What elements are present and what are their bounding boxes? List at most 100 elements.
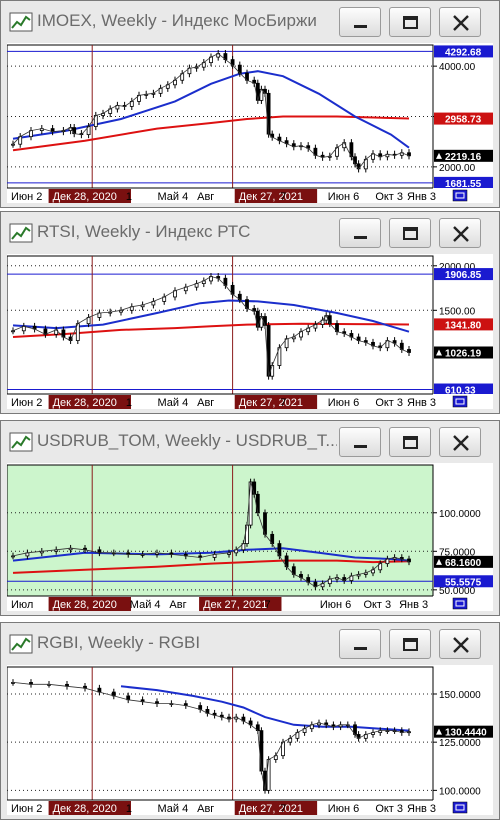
maximize-button[interactable] — [389, 427, 431, 457]
minimize-button[interactable] — [339, 7, 381, 37]
maximize-icon — [403, 227, 418, 240]
scroll-icon[interactable] — [452, 801, 468, 814]
window-titlebar[interactable]: RTSI, Weekly - Индекс РТС — [1, 212, 499, 254]
x-tick-label: Июн 2 — [11, 191, 42, 203]
scroll-icon-bg — [452, 801, 468, 814]
candle-body — [252, 481, 257, 495]
minimize-icon — [354, 445, 367, 448]
x-tick-label: Авг — [197, 397, 214, 409]
window-titlebar[interactable]: USDRUB_TOM, Weekly - USDRUB_T... — [1, 421, 499, 463]
chart-window-icon — [9, 223, 33, 243]
x-tick-label: Авг — [197, 191, 214, 203]
x-tick-label: 1 — [126, 191, 132, 203]
maximize-icon — [403, 16, 418, 29]
x-tick-label: Янв 3 — [399, 599, 428, 611]
candle-body — [255, 493, 260, 514]
chart-window-usdrub[interactable]: USDRUB_TOM, Weekly - USDRUB_T... 50.0000… — [0, 420, 500, 616]
scroll-icon[interactable] — [452, 597, 468, 610]
price-tag: 1681.55 — [434, 176, 493, 190]
minimize-button[interactable] — [339, 427, 381, 457]
window-title: IMOEX, Weekly - Индекс МосБиржи — [37, 11, 317, 30]
scroll-icon[interactable] — [452, 189, 468, 202]
price-tag-label: 1906.85 — [445, 270, 482, 281]
x-tick-label: Дек 28, 2020 — [53, 803, 117, 815]
x-tick-label: Дек 27, 2021 — [239, 803, 303, 815]
candle-body — [263, 316, 267, 326]
x-tick-label: Окт 3 — [375, 397, 403, 409]
x-tick-label: 7 — [280, 397, 286, 409]
x-tick-label: Авг — [169, 599, 186, 611]
y-tick-label: 100.0000 — [439, 509, 481, 520]
x-tick-label: Янв 3 — [407, 191, 436, 203]
chart-window-icon — [9, 634, 33, 654]
x-tick-label: Янв 3 — [407, 803, 436, 815]
candle-body — [72, 127, 77, 135]
price-tag-label: 130.4440 — [445, 728, 487, 739]
price-tag: 4292.68 — [434, 45, 493, 58]
x-tick-label: Июн 6 — [320, 599, 351, 611]
candle-body — [259, 730, 264, 772]
chart-usdrub[interactable]: 50.000075.0000100.000068.160055.5575Июл Д… — [7, 463, 493, 611]
close-button[interactable] — [439, 427, 481, 457]
x-tick-label: Янв 3 — [407, 397, 436, 409]
close-button[interactable] — [439, 7, 481, 37]
scroll-icon[interactable] — [452, 395, 468, 408]
candle-body — [266, 92, 271, 135]
x-tick-label: Июн 6 — [328, 191, 359, 203]
x-tick-label: Май 4 — [158, 397, 189, 409]
price-tag-label: 1026.19 — [445, 348, 482, 359]
window-title: RGBI, Weekly - RGBI — [37, 633, 201, 652]
price-tag-label: 1341.80 — [445, 320, 482, 331]
chart-window-rtsi[interactable]: RTSI, Weekly - Индекс РТС 1500.00 2000.00… — [0, 211, 500, 414]
chart-rtsi[interactable]: 1500.002000.001906.851341.801026.19610.3… — [7, 254, 493, 409]
price-tag-label: 4292.68 — [445, 47, 482, 58]
close-button[interactable] — [439, 629, 481, 659]
chart-window-rgbi[interactable]: RGBI, Weekly - RGBI 100.0000 125.0000 150.… — [0, 622, 500, 820]
minimize-icon — [354, 25, 367, 28]
x-tick-label: Авг — [197, 803, 214, 815]
candle-body — [11, 143, 15, 146]
chart-rgbi[interactable]: 100.0000 125.0000 150.0000 130.4440 Июн 2 Дек… — [7, 665, 493, 815]
x-tick-label: Июн 2 — [11, 397, 42, 409]
chart-imoex[interactable]: 2000.00 4000.00 4292.68 2958.73 2219.16 1681.… — [7, 43, 493, 203]
maximize-button[interactable] — [389, 7, 431, 37]
candle-body — [266, 325, 271, 377]
y-tick-label: 2000.00 — [439, 163, 476, 174]
candle-body — [248, 481, 253, 526]
maximize-button[interactable] — [389, 629, 431, 659]
x-tick-label: Дек 28, 2020 — [53, 191, 117, 203]
x-tick-label: Июл — [11, 599, 33, 611]
candle-body — [270, 365, 275, 377]
window-title: USDRUB_TOM, Weekly - USDRUB_T... — [37, 431, 337, 450]
y-tick-label: 150.0000 — [439, 690, 481, 701]
close-icon — [453, 637, 469, 653]
price-tag: 1906.85 — [434, 268, 493, 281]
candle-body — [327, 315, 332, 325]
y-tick-label: 1500.00 — [439, 306, 476, 317]
close-button[interactable] — [439, 218, 481, 248]
close-icon — [453, 15, 469, 31]
window-titlebar[interactable]: RGBI, Weekly - RGBI — [1, 623, 499, 665]
x-tick-label: Май 4 — [158, 191, 189, 203]
x-tick-label: 7 — [264, 599, 270, 611]
y-tick-label: 125.0000 — [439, 738, 481, 749]
x-tick-label: Дек 27, 2021 — [239, 397, 303, 409]
price-tag-label: 55.5575 — [445, 577, 482, 588]
price-tag: 2219.16 — [434, 149, 493, 163]
maximize-button[interactable] — [389, 218, 431, 248]
price-tag-label: 2219.16 — [445, 152, 482, 163]
chart-window-imoex[interactable]: IMOEX, Weekly - Индекс МосБиржи 2000.00 4… — [0, 0, 500, 208]
candle-body — [353, 156, 357, 165]
minimize-button[interactable] — [339, 629, 381, 659]
x-tick-label: Дек 27, 2021 — [239, 191, 303, 203]
minimize-button[interactable] — [339, 218, 381, 248]
close-icon — [453, 226, 469, 242]
x-tick-label: Май 4 — [158, 803, 189, 815]
maximize-icon — [403, 436, 418, 449]
x-tick-label: Окт 3 — [375, 803, 403, 815]
x-tick-label: Дек 28, 2020 — [53, 599, 117, 611]
window-titlebar[interactable]: IMOEX, Weekly - Индекс МосБиржи — [1, 1, 499, 43]
x-tick-label: 7 — [280, 803, 286, 815]
chart-window-icon — [9, 12, 33, 32]
price-tag: 55.5575 — [434, 575, 493, 588]
